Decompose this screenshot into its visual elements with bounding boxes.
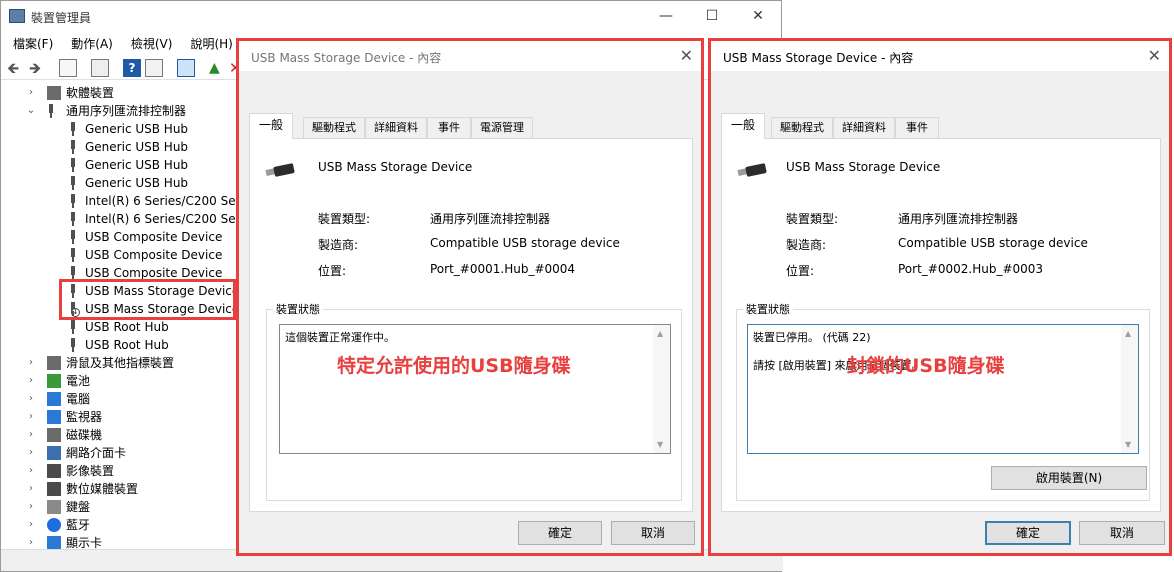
monitor-icon (47, 410, 61, 424)
tree-item-label: Generic USB Hub (85, 122, 189, 136)
usb-icon (69, 266, 77, 280)
tree-item-label: Generic USB Hub (85, 158, 189, 172)
usb-controller-icon (47, 104, 55, 118)
tree-item-label: 影像裝置 (66, 464, 115, 478)
usb-icon (69, 338, 77, 352)
tree-item-label: USB Composite Device (85, 230, 223, 244)
expand-arrow-icon[interactable]: › (25, 498, 37, 516)
battery-icon (47, 374, 61, 388)
expand-arrow-icon[interactable]: › (25, 516, 37, 534)
highlight-box-right-dialog (708, 38, 1172, 556)
tree-item-label: Generic USB Hub (85, 140, 189, 154)
software-device-icon (47, 86, 61, 100)
tab-general[interactable]: 一般 (249, 113, 293, 139)
usb-icon (69, 122, 77, 136)
tab-general[interactable]: 一般 (721, 113, 765, 139)
tree-item-label: 電腦 (66, 392, 91, 406)
expand-arrow-icon[interactable]: › (25, 462, 37, 480)
display-adapter-icon (47, 536, 61, 550)
enable-device-icon[interactable]: ▲ (209, 59, 227, 77)
tree-item-label: 鍵盤 (66, 500, 91, 514)
tree-item-label: 藍牙 (66, 518, 91, 532)
tree-item-label: 通用序列匯流排控制器 (66, 104, 187, 118)
tree-item-label: 監視器 (66, 410, 103, 424)
close-button[interactable]: ✕ (735, 3, 781, 29)
usb-icon (69, 158, 77, 172)
menu-view[interactable]: 檢視(V) (119, 32, 179, 52)
back-icon[interactable]: 🡸 (7, 59, 25, 77)
bluetooth-icon (47, 518, 61, 532)
tree-item-label: Intel(R) 6 Series/C200 Series (85, 212, 258, 226)
tree-item-label: Intel(R) 6 Series/C200 Series (85, 194, 258, 208)
highlight-box-tree (59, 279, 236, 320)
usb-icon (69, 230, 77, 244)
device-manager-icon (9, 9, 25, 23)
usb-icon (69, 212, 77, 226)
help-icon[interactable]: ? (123, 59, 141, 77)
view-icon[interactable] (145, 59, 163, 77)
maximize-button[interactable]: ☐ (689, 3, 735, 29)
expand-arrow-icon[interactable]: › (25, 444, 37, 462)
keyboard-icon (47, 500, 61, 514)
usb-icon (69, 176, 77, 190)
tree-item-label: 電池 (66, 374, 91, 388)
usb-icon (69, 248, 77, 262)
menu-action[interactable]: 動作(A) (59, 32, 119, 52)
network-adapter-icon (47, 446, 61, 460)
media-device-icon (47, 482, 61, 496)
tree-item-label: 磁碟機 (66, 428, 103, 442)
menu-file[interactable]: 檔案(F) (1, 32, 59, 52)
expand-arrow-icon[interactable]: › (25, 426, 37, 444)
computer-icon (47, 392, 61, 406)
usb-icon (69, 194, 77, 208)
expand-arrow-icon[interactable]: › (25, 354, 37, 372)
tree-item-label: 數位媒體裝置 (66, 482, 139, 496)
expand-arrow-icon[interactable]: › (25, 390, 37, 408)
highlight-box-left-dialog (236, 38, 704, 556)
tree-item-label: USB Root Hub (85, 320, 169, 334)
tree-item-label: 網路介面卡 (66, 446, 127, 460)
expand-arrow-icon[interactable]: › (25, 84, 37, 102)
minimize-button[interactable]: — (643, 3, 689, 29)
mouse-icon (47, 356, 61, 370)
scan-hardware-icon[interactable] (177, 59, 195, 77)
tree-item-label: USB Root Hub (85, 338, 169, 352)
collapse-arrow-icon[interactable]: ⌄ (25, 102, 37, 120)
tree-item-label: 軟體裝置 (66, 86, 115, 100)
expand-arrow-icon[interactable]: › (25, 408, 37, 426)
tree-item-label: Generic USB Hub (85, 176, 189, 190)
imaging-device-icon (47, 464, 61, 478)
usb-icon (69, 320, 77, 334)
disk-drive-icon (47, 428, 61, 442)
window-title: 裝置管理員 (31, 11, 92, 25)
tree-item-label: 滑鼠及其他指標裝置 (66, 356, 175, 370)
usb-icon (69, 140, 77, 154)
expand-arrow-icon[interactable]: › (25, 480, 37, 498)
forward-icon[interactable]: 🡺 (29, 59, 47, 77)
update-driver-icon[interactable] (91, 59, 109, 77)
expand-arrow-icon[interactable]: › (25, 372, 37, 390)
title-bar: 裝置管理員 — ☐ ✕ (1, 1, 781, 31)
tree-item-label: USB Composite Device (85, 248, 223, 262)
menu-help[interactable]: 說明(H) (178, 32, 238, 52)
properties-icon[interactable] (59, 59, 77, 77)
